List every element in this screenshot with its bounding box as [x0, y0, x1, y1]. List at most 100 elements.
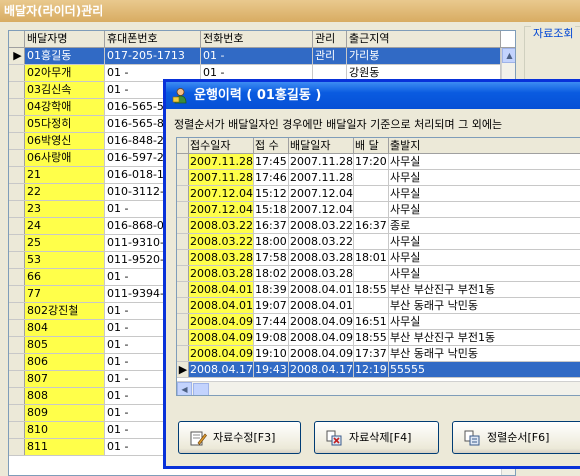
history-row[interactable]: ▶ 2008.04.17 19:43 2008.04.17 12:19 55555	[177, 362, 580, 378]
rider-name-cell[interactable]: 806	[25, 354, 105, 370]
row-indicator[interactable]	[9, 201, 25, 217]
row-indicator[interactable]	[9, 269, 25, 285]
row-indicator[interactable]	[9, 439, 25, 455]
scroll-up-icon[interactable]: ▲	[502, 48, 515, 63]
rider-name-cell[interactable]: 811	[25, 439, 105, 455]
history-row[interactable]: 2007.12.04 15:18 2007.12.04 사무실	[177, 202, 580, 218]
receipt-time-cell[interactable]: 16:37	[254, 218, 289, 233]
row-indicator[interactable]	[9, 337, 25, 353]
scroll-thumb[interactable]	[193, 383, 209, 395]
row-indicator[interactable]	[9, 184, 25, 200]
col-header-receipt-date[interactable]: 접수일자	[189, 138, 254, 153]
edit-record-button[interactable]: 자료수정[F3]	[178, 421, 301, 454]
row-indicator[interactable]	[9, 167, 25, 183]
rider-name-cell[interactable]: 05다정히	[25, 116, 105, 132]
current-row-pointer-icon[interactable]: ▶	[177, 362, 189, 377]
receipt-time-cell[interactable]: 18:02	[254, 266, 289, 281]
receipt-time-cell[interactable]: 19:08	[254, 330, 289, 345]
delivery-date-cell[interactable]: 2008.04.09	[289, 314, 354, 329]
origin-cell[interactable]: 사무실	[389, 266, 580, 281]
col-header-phone[interactable]: 전화번호	[201, 31, 313, 47]
origin-cell[interactable]: 사무실	[389, 234, 580, 249]
row-indicator[interactable]	[177, 154, 189, 169]
delivery-time-cell[interactable]	[354, 298, 389, 313]
rider-name-cell[interactable]: 808	[25, 388, 105, 404]
rider-name-cell[interactable]: 06박영신	[25, 133, 105, 149]
origin-cell[interactable]: 사무실	[389, 314, 580, 329]
current-row-pointer-icon[interactable]: ▶	[9, 48, 25, 64]
delivery-time-cell[interactable]	[354, 170, 389, 185]
receipt-date-cell[interactable]: 2008.04.17	[189, 362, 254, 377]
origin-cell[interactable]: 사무실	[389, 170, 580, 185]
delivery-date-cell[interactable]: 2008.03.28	[289, 266, 354, 281]
rider-name-cell[interactable]: 66	[25, 269, 105, 285]
receipt-time-cell[interactable]: 18:00	[254, 234, 289, 249]
rider-name-cell[interactable]: 804	[25, 320, 105, 336]
row-indicator[interactable]	[9, 116, 25, 132]
history-row[interactable]: 2007.11.28 17:45 2007.11.28 17:20 사무실	[177, 154, 580, 170]
row-indicator[interactable]	[177, 346, 189, 361]
delivery-time-cell[interactable]	[354, 266, 389, 281]
history-row[interactable]: 2008.03.28 18:02 2008.03.28 사무실	[177, 266, 580, 282]
receipt-time-cell[interactable]: 17:46	[254, 170, 289, 185]
row-indicator[interactable]	[177, 170, 189, 185]
delivery-time-cell[interactable]: 17:37	[354, 346, 389, 361]
receipt-date-cell[interactable]: 2008.03.28	[189, 266, 254, 281]
origin-cell[interactable]: 부산 부산진구 부전1동	[389, 330, 580, 345]
history-row[interactable]: 2008.03.22 16:37 2008.03.22 16:37 종로	[177, 218, 580, 234]
phone-cell[interactable]: 01 -	[201, 48, 313, 64]
delete-record-button[interactable]: 자료삭제[F4]	[314, 421, 439, 454]
receipt-date-cell[interactable]: 2008.04.09	[189, 330, 254, 345]
delivery-time-cell[interactable]: 17:20	[354, 154, 389, 169]
origin-cell[interactable]: 부산 동래구 낙민동	[389, 298, 580, 313]
row-indicator[interactable]	[177, 234, 189, 249]
row-indicator[interactable]	[9, 388, 25, 404]
delivery-date-cell[interactable]: 2008.04.01	[289, 282, 354, 297]
delivery-date-cell[interactable]: 2008.03.22	[289, 234, 354, 249]
col-header-delivery-date[interactable]: 배달일자	[289, 138, 354, 153]
origin-cell[interactable]: 부산 동래구 낙민동	[389, 346, 580, 361]
row-indicator[interactable]	[177, 202, 189, 217]
rider-name-cell[interactable]: 04강학애	[25, 99, 105, 115]
rider-name-cell[interactable]: 01홍길동	[25, 48, 105, 64]
delivery-time-cell[interactable]: 16:37	[354, 218, 389, 233]
receipt-date-cell[interactable]: 2007.11.28	[189, 154, 254, 169]
origin-cell[interactable]: 종로	[389, 218, 580, 233]
row-indicator[interactable]	[177, 282, 189, 297]
receipt-date-cell[interactable]: 2007.12.04	[189, 202, 254, 217]
row-indicator[interactable]	[9, 133, 25, 149]
delivery-time-cell[interactable]: 18:01	[354, 250, 389, 265]
receipt-time-cell[interactable]: 17:58	[254, 250, 289, 265]
receipt-time-cell[interactable]: 18:39	[254, 282, 289, 297]
mobile-cell[interactable]: 017-205-1713	[105, 48, 201, 64]
row-indicator[interactable]	[9, 65, 25, 81]
history-row[interactable]: 2008.03.28 17:58 2008.03.28 18:01 사무실	[177, 250, 580, 266]
row-indicator[interactable]	[9, 422, 25, 438]
delivery-time-cell[interactable]: 16:51	[354, 314, 389, 329]
delivery-date-cell[interactable]: 2008.04.09	[289, 330, 354, 345]
row-indicator[interactable]	[177, 250, 189, 265]
row-indicator[interactable]	[9, 99, 25, 115]
rider-name-cell[interactable]: 53	[25, 252, 105, 268]
delivery-time-cell[interactable]: 12:19	[354, 362, 389, 377]
row-indicator[interactable]	[177, 298, 189, 313]
receipt-date-cell[interactable]: 2008.03.22	[189, 234, 254, 249]
history-row[interactable]: 2007.11.28 17:46 2007.11.28 사무실	[177, 170, 580, 186]
row-indicator[interactable]	[9, 218, 25, 234]
col-header-origin[interactable]: 출발지	[389, 138, 580, 153]
receipt-time-cell[interactable]: 17:44	[254, 314, 289, 329]
row-indicator[interactable]	[9, 320, 25, 336]
manage-cell[interactable]: 관리	[313, 48, 347, 64]
origin-cell[interactable]: 사무실	[389, 250, 580, 265]
rider-name-cell[interactable]: 807	[25, 371, 105, 387]
origin-cell[interactable]: 사무실	[389, 186, 580, 201]
receipt-time-cell[interactable]: 19:07	[254, 298, 289, 313]
receipt-date-cell[interactable]: 2008.03.22	[189, 218, 254, 233]
delivery-date-cell[interactable]: 2008.03.22	[289, 218, 354, 233]
scroll-left-icon[interactable]: ◀	[177, 382, 192, 395]
origin-cell[interactable]: 사무실	[389, 154, 580, 169]
delivery-date-cell[interactable]: 2007.12.04	[289, 186, 354, 201]
row-indicator[interactable]	[9, 150, 25, 166]
row-indicator[interactable]	[177, 218, 189, 233]
delivery-date-cell[interactable]: 2008.04.09	[289, 346, 354, 361]
